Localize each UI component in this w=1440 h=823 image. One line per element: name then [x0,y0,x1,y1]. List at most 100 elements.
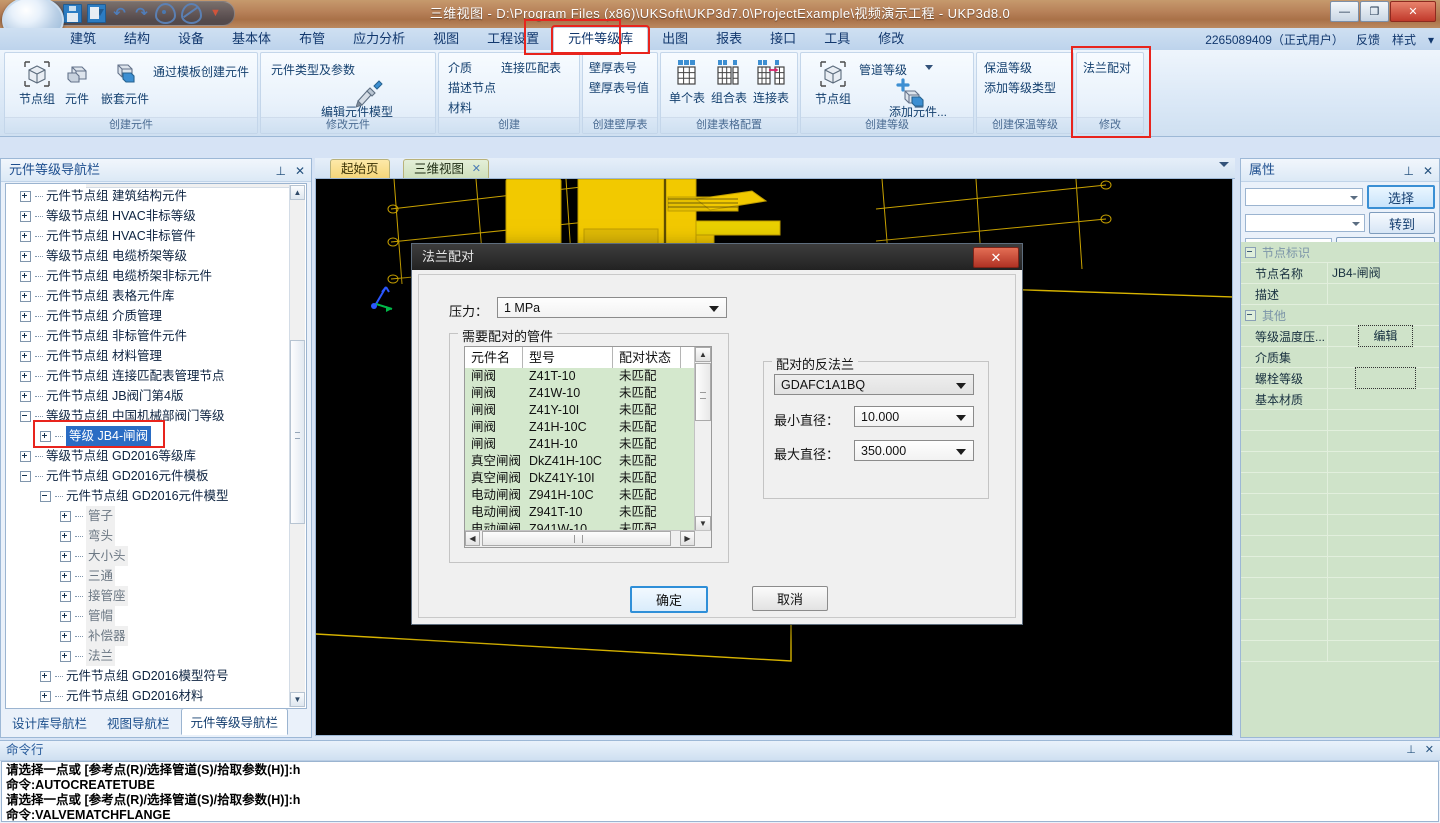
tree-node[interactable]: 接管座 [6,586,306,606]
menu-item-jianzhu[interactable]: 建筑 [56,28,110,50]
chevron-down-icon[interactable] [709,306,719,312]
table-row[interactable]: 闸阀Z41T-10未匹配 [465,368,695,385]
ribbon-button-grade-node-group[interactable]: 节点组 [807,59,859,107]
tree-node[interactable]: 元件节点组 GD2016元件模板 [6,466,306,486]
expand-icon[interactable] [60,651,71,662]
scroll-thumb[interactable] [290,340,305,524]
menu-item-gongju[interactable]: 工具 [810,28,864,50]
collapse-icon[interactable] [20,411,31,422]
tree-node[interactable]: 元件节点组 GD2016元件模型 [6,486,306,506]
expand-icon[interactable] [20,251,31,262]
ribbon-button-connection-match-table[interactable]: 连接匹配表 [501,59,561,76]
property-edit-button[interactable]: 编辑 [1358,325,1412,347]
pin-icon[interactable]: ⊥ [1403,160,1413,182]
property-value[interactable] [1327,389,1439,409]
grid-column-header[interactable]: 配对状态 [613,347,681,368]
menu-item-shebei[interactable]: 设备 [164,28,218,50]
chevron-down-icon[interactable] [956,415,966,421]
properties-grid[interactable]: 节点标识节点名称JB4-闸阀描述其他等级温度压...编辑介质集螺栓等级 基本材质 [1241,242,1439,737]
tree-node[interactable]: 元件节点组 表格元件库 [6,286,306,306]
undo-icon[interactable]: ↶ [111,5,128,22]
scroll-down-arrow[interactable]: ▼ [290,692,305,707]
scroll-thumb-h[interactable] [482,531,671,546]
ribbon-button-medium[interactable]: 介质 [448,59,472,76]
property-row[interactable]: 描述 [1241,284,1439,305]
table-row[interactable]: 闸阀Z41H-10未匹配 [465,436,695,453]
tree-node[interactable]: 元件节点组 建筑结构元件 [6,186,306,206]
minimize-button[interactable]: — [1330,1,1359,22]
command-line-output[interactable]: 请选择一点或 [参考点(R)/选择管道(S)/拾取参数(H)]:h命令:AUTO… [1,761,1439,822]
tree-node[interactable]: 元件节点组 JB阀门第4版 [6,386,306,406]
table-row[interactable]: 闸阀Z41H-10C未匹配 [465,419,695,436]
collapse-icon[interactable] [1245,310,1256,321]
min-diameter-combo[interactable]: 10.000 [854,406,974,427]
property-row[interactable]: 基本材质 [1241,389,1439,410]
tree-node[interactable]: 补偿器 [6,626,306,646]
table-row[interactable]: 电动闸阀Z941H-10C未匹配 [465,487,695,504]
ribbon-button-combined-table[interactable]: 组合表 [707,58,751,106]
grid-hscrollbar[interactable]: ◀ ▶ [465,530,711,547]
menu-item-buguan[interactable]: 布管 [285,28,339,50]
property-category[interactable]: 节点标识 [1241,242,1439,263]
tree-node[interactable]: 元件节点组 电缆桥架非标元件 [6,266,306,286]
tree-node[interactable]: 等级 JB4-闸阀 [6,426,306,446]
menu-item-shitu[interactable]: 视图 [419,28,473,50]
save-icon[interactable] [63,4,82,23]
grid-rows[interactable]: 闸阀Z41T-10未匹配闸阀Z41W-10未匹配闸阀Z41Y-10I未匹配闸阀Z… [465,368,695,531]
tree-node[interactable]: 法兰 [6,646,306,666]
ribbon-button-describe-node[interactable]: 描述节点 [448,79,496,96]
menu-item-jibenti[interactable]: 基本体 [218,28,285,50]
grid-column-header[interactable]: 型号 [523,347,613,368]
ribbon-button-add-grade-type[interactable]: 添加等级类型 [984,79,1056,96]
property-row[interactable]: 节点名称JB4-闸阀 [1241,263,1439,284]
expand-icon[interactable] [20,191,31,202]
component-tree[interactable]: 元件节点组 建筑结构元件等级节点组 HVAC非标等级元件节点组 HVAC非标管件… [6,186,306,709]
tree-node[interactable]: 三通 [6,566,306,586]
tree-node[interactable]: 元件节点组 GD2016模型符号 [6,666,306,686]
chevron-down-icon[interactable]: ▾ [1428,33,1434,47]
table-row[interactable]: 闸阀Z41Y-10I未匹配 [465,402,695,419]
expand-icon[interactable] [20,351,31,362]
eye-off-icon[interactable] [181,3,202,24]
expand-icon[interactable] [60,591,71,602]
ribbon-button-create-from-template[interactable]: 通过模板创建元件 [153,63,249,80]
ribbon-button-wall-thickness-number-value[interactable]: 壁厚表号值 [589,79,649,96]
eye-icon[interactable] [155,3,176,24]
pin-icon[interactable]: ⊥ [275,160,285,182]
expand-icon[interactable] [60,631,71,642]
expand-icon[interactable] [40,691,51,702]
menu-item-jiekou[interactable]: 接口 [756,28,810,50]
expand-icon[interactable] [60,531,71,542]
expand-icon[interactable] [20,331,31,342]
scroll-thumb[interactable] [695,363,711,421]
tree-node[interactable]: 管子 [6,506,306,526]
close-icon[interactable]: ✕ [1423,160,1433,182]
tree-node[interactable]: 等级节点组 中国机械部阀门等级 [6,406,306,426]
tree-node[interactable]: 等级节点组 电缆桥架等级 [6,246,306,266]
doc-tab-3d-view[interactable]: 三维视图 ✕ [403,159,489,178]
cancel-button[interactable]: 取消 [752,586,828,611]
tree-node[interactable]: 大小头 [6,546,306,566]
tree-node[interactable]: 元件节点组 HVAC非标管件 [6,226,306,246]
tree-node[interactable]: 等级节点组 HVAC非标等级 [6,206,306,226]
expand-icon[interactable] [60,511,71,522]
menu-item-baobiao[interactable]: 报表 [702,28,756,50]
ribbon-button-wall-thickness-number[interactable]: 壁厚表号 [589,59,637,76]
tree-node[interactable]: 管帽 [6,606,306,626]
dialog-close-button[interactable]: ✕ [973,247,1019,268]
element-select-combo[interactable] [1245,188,1363,206]
table-row[interactable]: 真空闸阀DkZ41Y-10I未匹配 [465,470,695,487]
table-row[interactable]: 真空闸阀DkZ41H-10C未匹配 [465,453,695,470]
scroll-up-arrow[interactable]: ▲ [695,347,711,362]
menu-item-jiegou[interactable]: 结构 [110,28,164,50]
menu-item-chutu[interactable]: 出图 [648,28,702,50]
property-category[interactable]: 其他 [1241,305,1439,326]
tree-node[interactable]: 弯头 [6,526,306,546]
tree-node[interactable]: 元件节点组 非标管件元件 [6,326,306,346]
expand-icon[interactable] [20,451,31,462]
ribbon-button-component-type-params[interactable]: 元件类型及参数 [271,61,355,78]
collapse-icon[interactable] [40,491,51,502]
grid-vscrollbar[interactable]: ▲ ▼ [694,347,711,531]
scroll-right-arrow[interactable]: ▶ [680,531,695,546]
doc-tab-start-page[interactable]: 起始页 [330,159,390,178]
